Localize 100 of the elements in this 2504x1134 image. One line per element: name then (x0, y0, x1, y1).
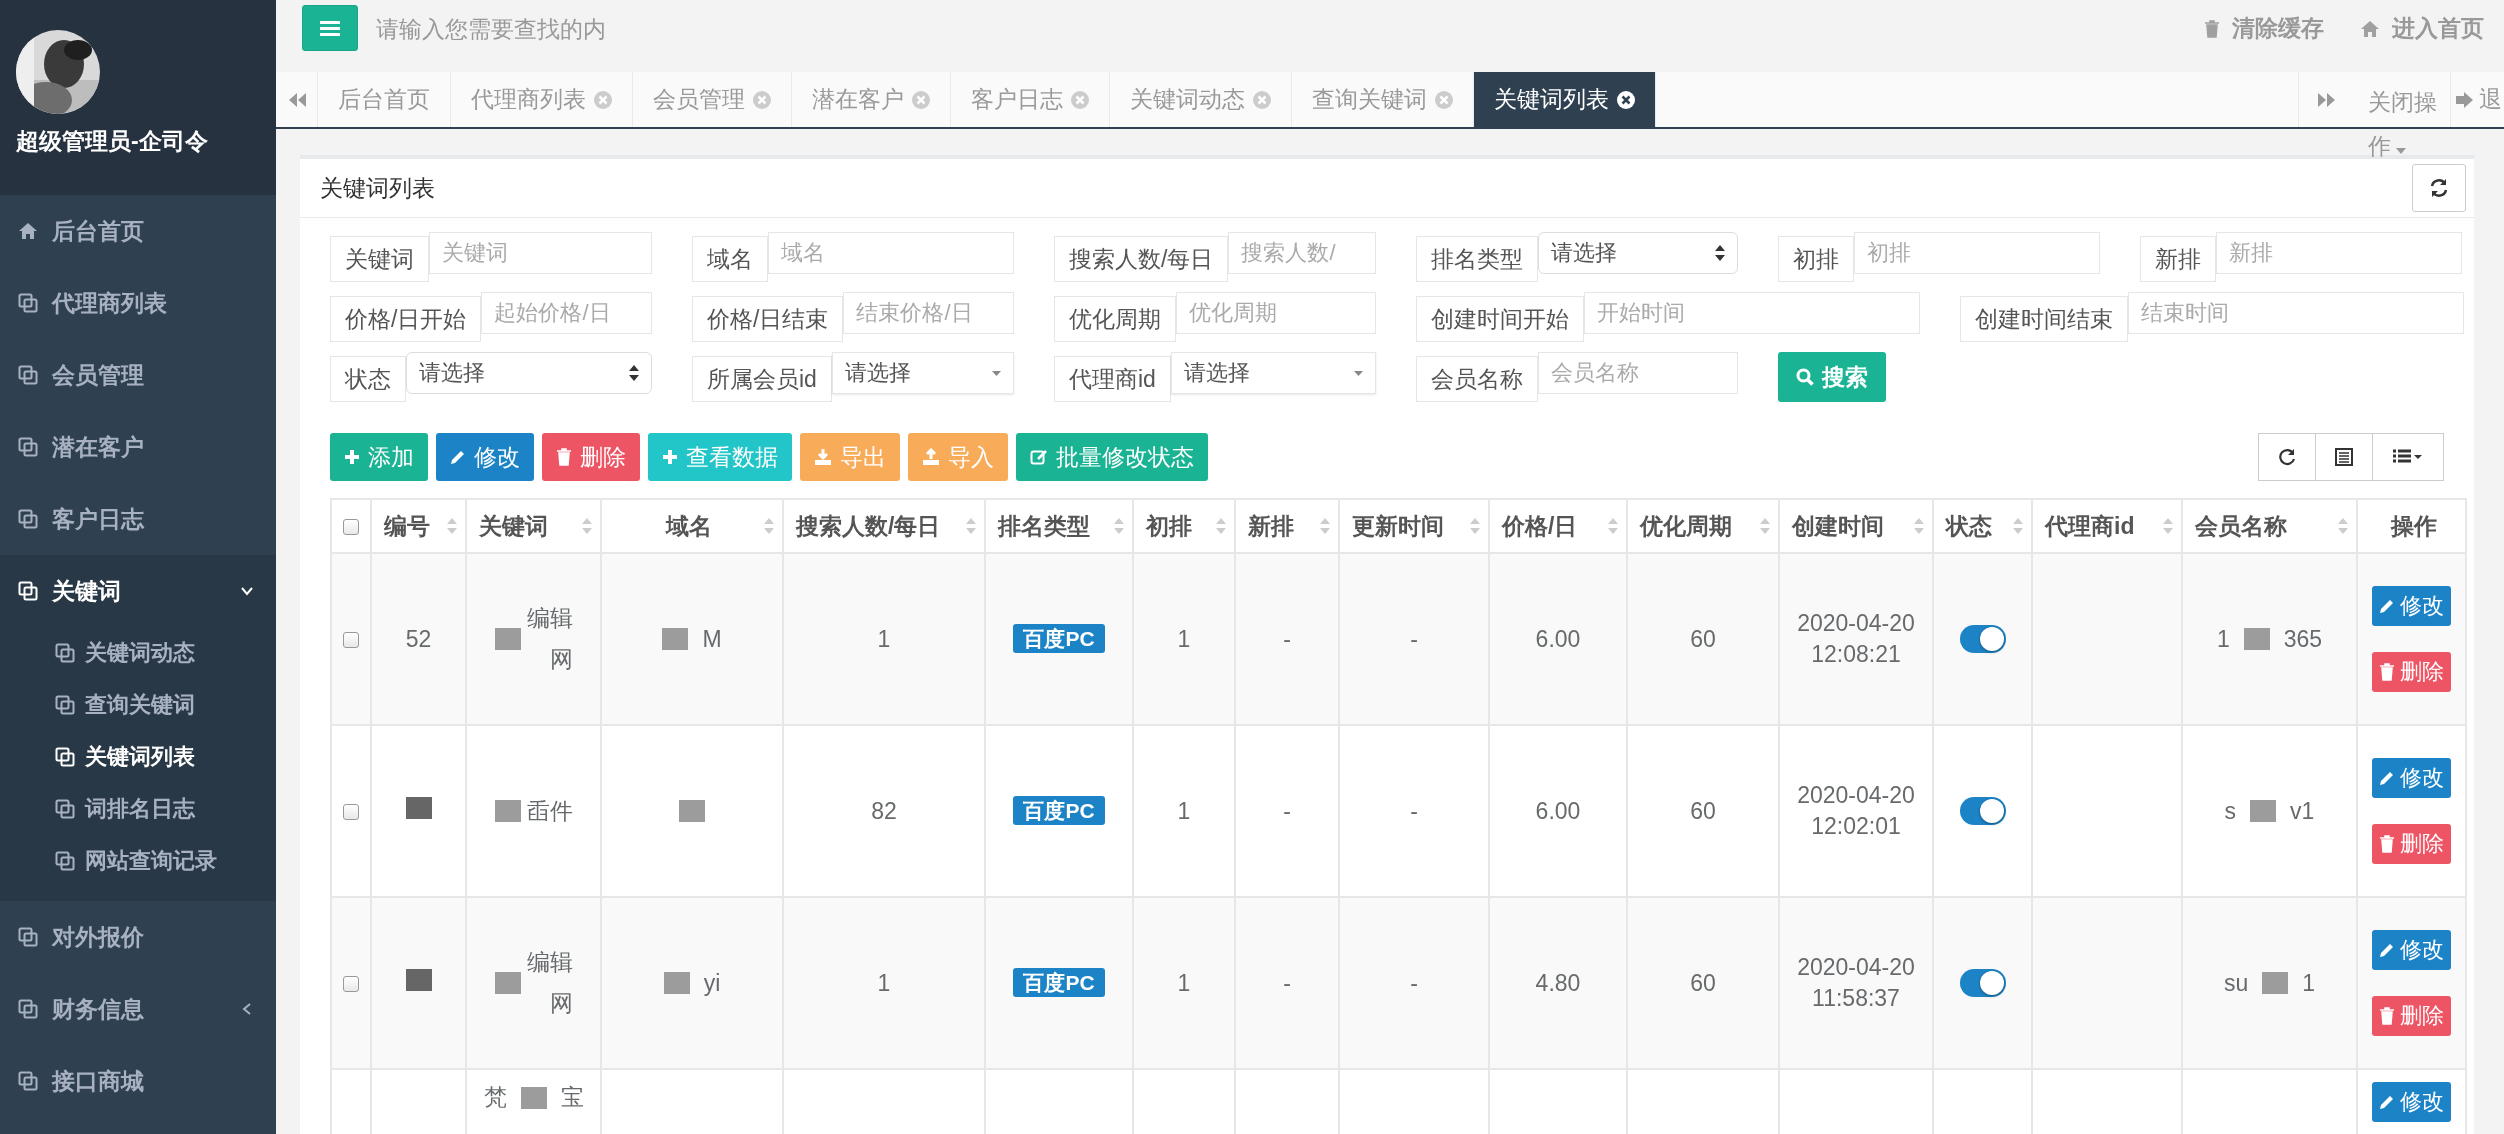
input-field[interactable]: 开始时间 (1584, 292, 1920, 334)
table-cell: 52 (405, 625, 432, 652)
add-button[interactable]: 添加 (330, 433, 428, 481)
sidebar-subitem[interactable]: 词排名日志 (0, 783, 276, 835)
logout-button[interactable]: 退 (2450, 72, 2504, 127)
field-label: 初排 (1778, 236, 1854, 282)
tab[interactable]: 会员管理 (633, 72, 792, 127)
select-field[interactable]: 请选择 (1538, 232, 1738, 274)
table-cell: 12:02:01 (1811, 813, 1901, 840)
sidebar-item[interactable]: 会员管理 (0, 339, 276, 411)
edit-button[interactable]: 修改 (436, 433, 534, 481)
table-cell-text: 网 (549, 989, 573, 1018)
input-field[interactable]: 会员名称 (1538, 352, 1738, 394)
table-cell: 1 (877, 969, 891, 996)
sidebar-item[interactable]: 后台首页 (0, 195, 276, 267)
table-cell: 1 (2216, 625, 2230, 653)
field-label: 新排 (2140, 236, 2216, 282)
tab[interactable]: 关键词动态 (1110, 72, 1292, 127)
select-field[interactable]: 请选择 (831, 352, 1014, 394)
table-cell-text: 网 (549, 645, 573, 674)
tab[interactable]: 客户日志 (951, 72, 1110, 127)
field-label: 域名 (692, 236, 768, 282)
sidebar-item[interactable]: 关键词 (0, 555, 276, 627)
input-field[interactable]: 关键词 (429, 232, 652, 274)
table-cell: 12:08:21 (1811, 641, 1901, 668)
table-cell: su (2223, 969, 2249, 997)
table-cell-text: 编辑 (526, 948, 573, 977)
table-cell-text: 梵 (483, 1083, 507, 1112)
edit-button[interactable]: 修改 (2372, 758, 2451, 798)
table-cell: 1 (2302, 969, 2316, 997)
input-field[interactable]: 起始价格/日 (481, 292, 652, 334)
sidebar-subitem[interactable]: 网站查询记录 (0, 835, 276, 887)
field-label: 代理商id (1054, 356, 1171, 402)
table-cell: M (702, 625, 722, 653)
panel-title: 关键词列表 (320, 173, 435, 203)
table-cell: - (1283, 797, 1291, 824)
input-field[interactable]: 结束时间 (2128, 292, 2464, 334)
clear-cache-link[interactable]: 清除缓存 (2204, 13, 2324, 44)
input-field[interactable]: 新排 (2216, 232, 2462, 274)
delete-button[interactable]: 删除 (2372, 824, 2451, 864)
sidebar-item[interactable]: 客户日志 (0, 483, 276, 555)
sidebar-item[interactable]: 接口商城 (0, 1045, 276, 1117)
select-field[interactable]: 请选择 (1170, 352, 1376, 394)
delete-button[interactable]: 删除 (2372, 652, 2451, 692)
tab[interactable]: 关键词列表 (1474, 72, 1656, 127)
search-field[interactable]: 请输入您需要查找的内 (374, 5, 678, 53)
input-field[interactable]: 结束价格/日 (843, 292, 1014, 334)
field-label: 排名类型 (1416, 236, 1538, 282)
sidebar-item[interactable]: 潜在客户 (0, 411, 276, 483)
table-cell: - (1410, 625, 1418, 652)
tab[interactable]: 代理商列表 (451, 72, 633, 127)
edit-button[interactable]: 修改 (2372, 586, 2451, 626)
edit-button[interactable]: 修改 (2372, 930, 2451, 970)
field-label: 搜索人数/每日 (1054, 236, 1229, 282)
sidebar-item[interactable]: 代理商列表 (0, 267, 276, 339)
delete-button[interactable]: 删除 (2372, 996, 2451, 1036)
table-cell-text: 宝 (560, 1083, 584, 1112)
rank-type-badge: 百度PC (1013, 624, 1105, 653)
table-cell: - (1283, 625, 1291, 652)
table-cell-text: 编辑 (526, 604, 573, 633)
sidebar-subitem[interactable]: 查询关键词 (0, 679, 276, 731)
delete-button[interactable]: 删除 (542, 433, 640, 481)
input-field[interactable]: 优化周期 (1176, 292, 1376, 334)
field-label: 关键词 (330, 236, 429, 282)
table-cell: 1 (1177, 969, 1191, 996)
input-field[interactable]: 域名 (768, 232, 1014, 274)
field-label: 所属会员id (692, 356, 832, 402)
tab[interactable]: 后台首页 (318, 72, 451, 127)
field-label: 价格/日结束 (692, 296, 844, 342)
rank-type-badge: 百度PC (1013, 796, 1105, 825)
field-label: 优化周期 (1054, 296, 1176, 342)
sidebar-subitem[interactable]: 关键词列表 (0, 731, 276, 783)
rank-type-badge: 百度PC (1013, 968, 1105, 997)
table-cell: 60 (1690, 625, 1716, 652)
table-cell: 60 (1690, 797, 1716, 824)
user-name: 超级管理员-企司令 (16, 127, 209, 156)
table-cell: 60 (1690, 969, 1716, 996)
close-tabs-dropdown[interactable]: 关闭操作 (2354, 72, 2450, 176)
select-field[interactable]: 请选择 (406, 352, 652, 394)
table-cell: - (1410, 797, 1418, 824)
table-cell: 2020-04-20 (1797, 954, 1915, 981)
input-field[interactable]: 搜索人数/ (1228, 232, 1376, 274)
tab[interactable]: 潜在客户 (792, 72, 951, 127)
search-button[interactable]: 搜索 (1778, 352, 1886, 402)
field-label: 创建时间结束 (1960, 296, 2128, 342)
home-link[interactable]: 进入首页 (2360, 13, 2484, 44)
table-cell: 1 (1177, 797, 1191, 824)
sidebar-item[interactable]: 财务信息 (0, 973, 276, 1045)
table-cell: - (1410, 969, 1418, 996)
table-cell: - (1283, 969, 1291, 996)
input-field[interactable]: 初排 (1854, 232, 2100, 274)
batch-status-button[interactable]: 批量修改状态 (1016, 433, 1208, 481)
sidebar-item[interactable]: 对外报价 (0, 901, 276, 973)
field-label: 会员名称 (1416, 356, 1538, 402)
table-cell: 2020-04-20 (1797, 782, 1915, 809)
sidebar-subitem[interactable]: 关键词动态 (0, 627, 276, 679)
table-cell: 4.80 (1535, 969, 1581, 996)
field-label: 价格/日开始 (330, 296, 482, 342)
table-cell: yi (703, 969, 721, 997)
edit-button[interactable]: 修改 (2372, 1082, 2451, 1122)
